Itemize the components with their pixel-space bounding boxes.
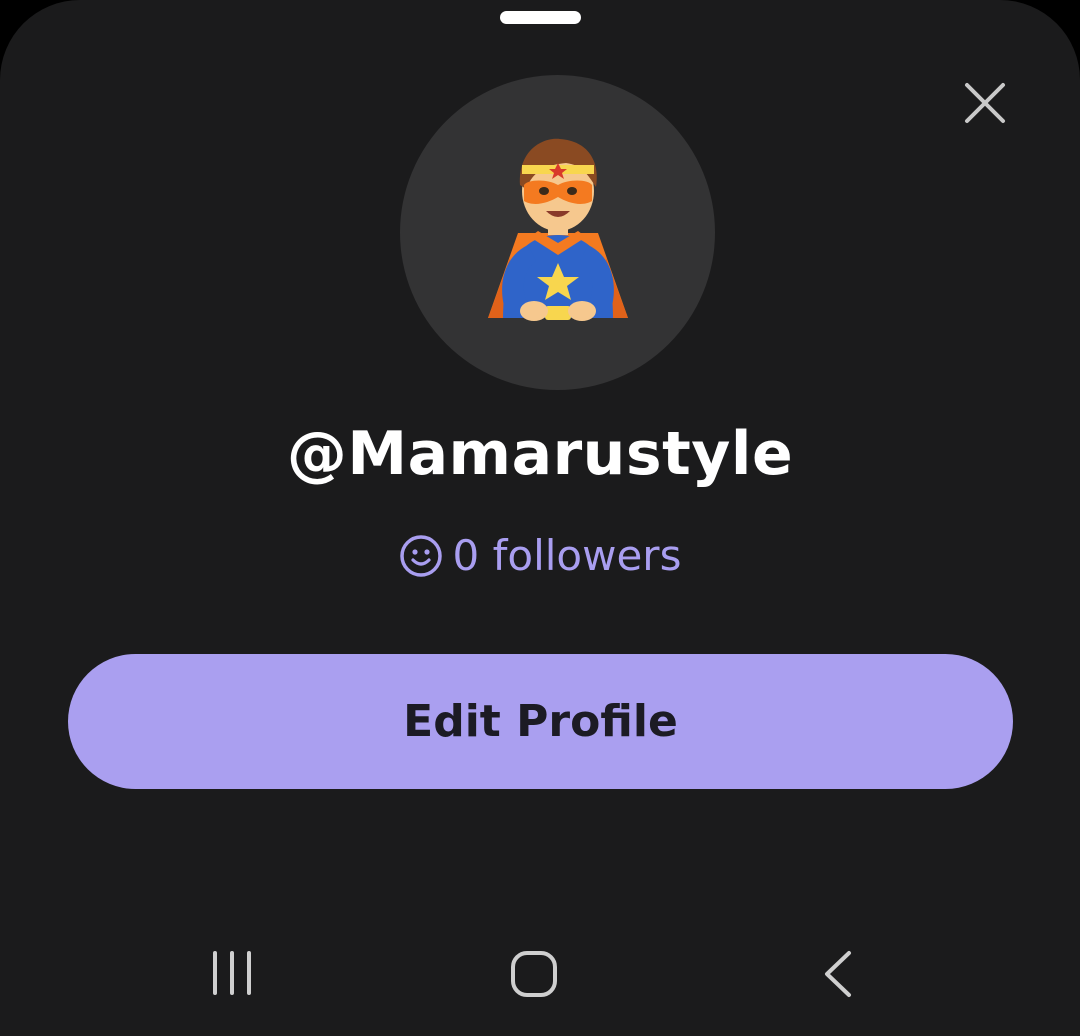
smile-icon	[399, 534, 443, 578]
followers-label: 0 followers	[452, 531, 682, 580]
close-icon	[965, 83, 1005, 123]
system-navigation-bar	[0, 910, 1080, 1036]
avatar[interactable]	[400, 75, 715, 390]
edit-profile-button[interactable]: Edit Profile	[68, 654, 1013, 789]
drag-handle[interactable]	[500, 11, 581, 24]
followers-count[interactable]: 0 followers	[0, 526, 1080, 586]
username: @Mamarustyle	[286, 419, 794, 489]
home-icon	[511, 951, 557, 997]
close-button[interactable]	[955, 73, 1015, 133]
back-button[interactable]	[812, 943, 864, 1005]
recents-button[interactable]	[200, 945, 264, 1001]
back-icon	[825, 951, 851, 997]
recents-icon	[213, 951, 251, 995]
profile-sheet: @Mamarustyle 0 followers Edit Profile	[0, 0, 1080, 1036]
home-button[interactable]	[503, 943, 565, 1005]
superhero-emoji-icon	[487, 138, 628, 321]
